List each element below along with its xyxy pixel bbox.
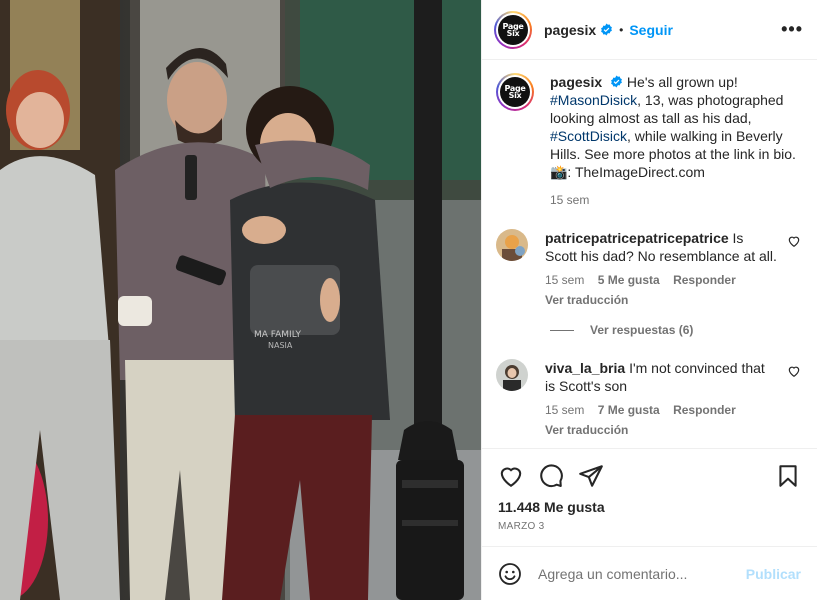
emoji-icon[interactable] [498, 562, 522, 586]
caption-entry: Page Six pagesix He's all grown up! #Mas… [496, 73, 801, 209]
photo-illustration: MA FAMILY NASIA [0, 0, 481, 600]
view-replies-label: Ver respuestas (6) [590, 323, 694, 337]
avatar-ring: Page Six [496, 12, 530, 47]
share-icon[interactable] [578, 463, 604, 489]
action-icons [498, 463, 801, 489]
caption-meta: 15 sem [550, 191, 801, 209]
comment-like-heart-icon[interactable] [787, 364, 801, 378]
avatar-logo-bg: Page Six [498, 14, 528, 45]
view-replies-button[interactable]: Ver respuestas (6) [550, 323, 801, 337]
caption-text-start: He's all grown up! [626, 74, 738, 90]
post-header: Page Six pagesix • Seguir ••• [482, 0, 817, 60]
caption-time[interactable]: 15 sem [550, 193, 589, 207]
save-icon[interactable] [775, 463, 801, 489]
comments-section[interactable]: Page Six pagesix He's all grown up! #Mas… [482, 61, 817, 447]
follow-button[interactable]: Seguir [629, 22, 673, 38]
add-comment-bar: Publicar [482, 546, 817, 600]
header-username[interactable]: pagesix [544, 22, 596, 38]
post-photo[interactable]: MA FAMILY NASIA [0, 0, 481, 600]
separator-dot: • [619, 22, 624, 37]
caption-text: pagesix He's all grown up! #MasonDisick,… [550, 73, 801, 181]
comment-avatar[interactable] [496, 229, 528, 261]
hashtag-scott[interactable]: #ScottDisick [550, 128, 627, 144]
comment-username[interactable]: viva_la_bria [545, 360, 625, 376]
comment-icon[interactable] [538, 463, 564, 489]
comment-time[interactable]: 15 sem [545, 403, 584, 417]
page-six-logo: Page Six [502, 21, 524, 38]
reply-button[interactable]: Responder [673, 273, 736, 287]
verified-badge-icon [600, 23, 613, 36]
comment-meta: 15 sem 5 Me gusta Responder [545, 271, 777, 289]
account-avatar[interactable]: Page Six [494, 10, 532, 49]
caption-avatar-ring: Page Six [498, 75, 532, 109]
caption-avatar[interactable]: Page Six [496, 73, 534, 111]
comment-likes[interactable]: 7 Me gusta [598, 403, 660, 417]
comment-input[interactable] [538, 565, 746, 582]
publish-button[interactable]: Publicar [746, 566, 801, 582]
comment-meta: 15 sem 7 Me gusta Responder [545, 401, 777, 419]
translate-button[interactable]: Ver traducción [545, 421, 777, 439]
comment-avatar[interactable] [496, 359, 528, 391]
shirt-print-2: NASIA [268, 341, 293, 350]
caption-verified-badge-icon [610, 75, 623, 88]
comment-like-heart-icon[interactable] [787, 234, 801, 248]
replies-line [550, 329, 574, 331]
translate-button[interactable]: Ver traducción [545, 291, 777, 309]
comment-username[interactable]: patricepatricepatricepatrice [545, 230, 729, 246]
comment-body: viva_la_bria I'm not convinced that is S… [545, 359, 777, 439]
comment-time[interactable]: 15 sem [545, 273, 584, 287]
comment-body: patricepatricepatricepatrice Is Scott hi… [545, 229, 777, 309]
hashtag-mason[interactable]: #MasonDisick [550, 92, 637, 108]
likes-count[interactable]: 11.448 Me gusta [498, 499, 801, 515]
caption-username[interactable]: pagesix [550, 74, 602, 90]
shirt-print-1: MA FAMILY [254, 330, 302, 340]
post-details-panel: Page Six pagesix • Seguir ••• Page Six p… [481, 0, 817, 600]
reply-button[interactable]: Responder [673, 403, 736, 417]
comment-item: viva_la_bria I'm not convinced that is S… [496, 359, 801, 439]
caption-page-six-logo: Page Six [504, 84, 526, 100]
caption-avatar-logo-bg: Page Six [500, 77, 530, 107]
caption-body: pagesix He's all grown up! #MasonDisick,… [550, 73, 801, 209]
post-actions: 11.448 Me gusta MARZO 3 [482, 448, 817, 532]
comment-item: patricepatricepatricepatrice Is Scott hi… [496, 229, 801, 309]
more-options-icon[interactable]: ••• [781, 19, 803, 40]
comment-likes[interactable]: 5 Me gusta [598, 273, 660, 287]
heart-icon[interactable] [498, 463, 524, 489]
post-date[interactable]: MARZO 3 [498, 521, 801, 532]
